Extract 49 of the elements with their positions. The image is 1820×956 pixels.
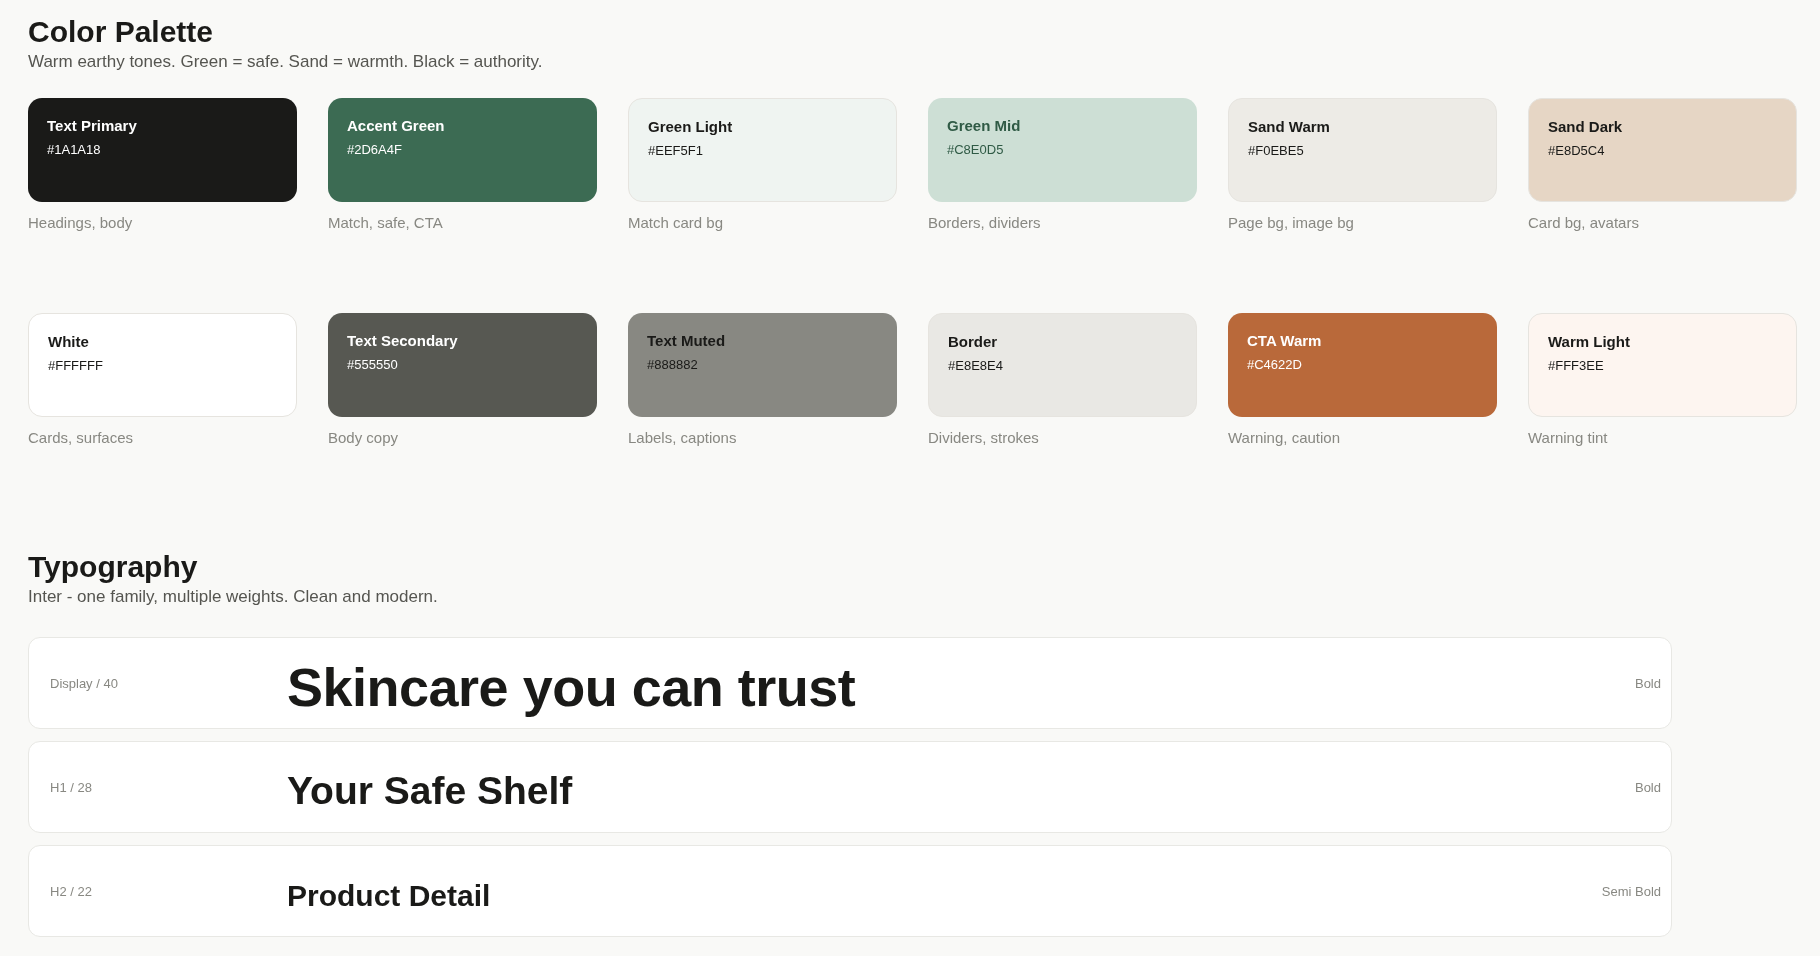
swatch-name: Sand Warm (1248, 118, 1330, 135)
type-sample: Your Safe Shelf (287, 768, 574, 813)
swatch-name: Green Mid (947, 117, 1021, 134)
section-title: Color Palette (28, 14, 215, 50)
swatch-name: Text Secondary (347, 332, 458, 349)
hex-code: #888882 (647, 357, 698, 372)
swatch-name: Green Light (648, 118, 733, 135)
weight-label: Bold (1634, 779, 1661, 795)
usage-caption: Warning, caution (1228, 429, 1340, 446)
hex-code: #2D6A4F (347, 142, 402, 157)
swatch-name: CTA Warm (1247, 332, 1322, 349)
hex-code: #E8E8E4 (948, 358, 1003, 373)
usage-caption: Cards, surfaces (28, 429, 134, 446)
hex-code: #555550 (347, 357, 398, 372)
hex-code: #FFF3EE (1548, 358, 1604, 373)
style-label: H2 / 22 (50, 883, 93, 899)
section-title: Typography (28, 549, 199, 585)
hex-code: #E8D5C4 (1548, 143, 1605, 158)
type-sample: Skincare you can trust (287, 656, 857, 718)
hex-code: #FFFFFF (48, 358, 103, 373)
hex-code: #C8E0D5 (947, 142, 1004, 157)
usage-caption: Card bg, avatars (1528, 214, 1639, 231)
section-subtitle: Inter - one family, multiple weights. Clean and modern. (28, 587, 439, 607)
swatch-name: Text Muted (647, 332, 726, 349)
usage-caption: Headings, body (28, 214, 133, 231)
swatch-name: Text Primary (47, 117, 137, 134)
swatch-name: Border (948, 333, 998, 350)
swatch-name: Accent Green (347, 117, 445, 134)
hex-code: #1A1A18 (47, 142, 101, 157)
style-label: H1 / 28 (50, 779, 93, 795)
swatch-name: Warm Light (1548, 333, 1630, 350)
hex-code: #C4622D (1247, 357, 1302, 372)
weight-label: Semi Bold (1601, 883, 1661, 899)
style-label: Display / 40 (50, 675, 119, 691)
usage-caption: Body copy (328, 429, 399, 446)
usage-caption: Dividers, strokes (928, 429, 1039, 446)
usage-caption: Warning tint (1528, 429, 1608, 446)
weight-label: Bold (1634, 675, 1661, 691)
usage-caption: Match card bg (628, 214, 724, 231)
usage-caption: Labels, captions (628, 429, 737, 446)
usage-caption: Page bg, image bg (1228, 214, 1354, 231)
swatch-name: White (48, 333, 89, 350)
usage-caption: Borders, dividers (928, 214, 1041, 231)
type-sample: Product Detail (287, 878, 492, 913)
hex-code: #EEF5F1 (648, 143, 703, 158)
hex-code: #F0EBE5 (1248, 143, 1304, 158)
section-subtitle: Warm earthy tones. Green = safe. Sand = warmth. Black = authority. (28, 52, 544, 72)
swatch-name: Sand Dark (1548, 118, 1623, 135)
usage-caption: Match, safe, CTA (328, 214, 443, 231)
